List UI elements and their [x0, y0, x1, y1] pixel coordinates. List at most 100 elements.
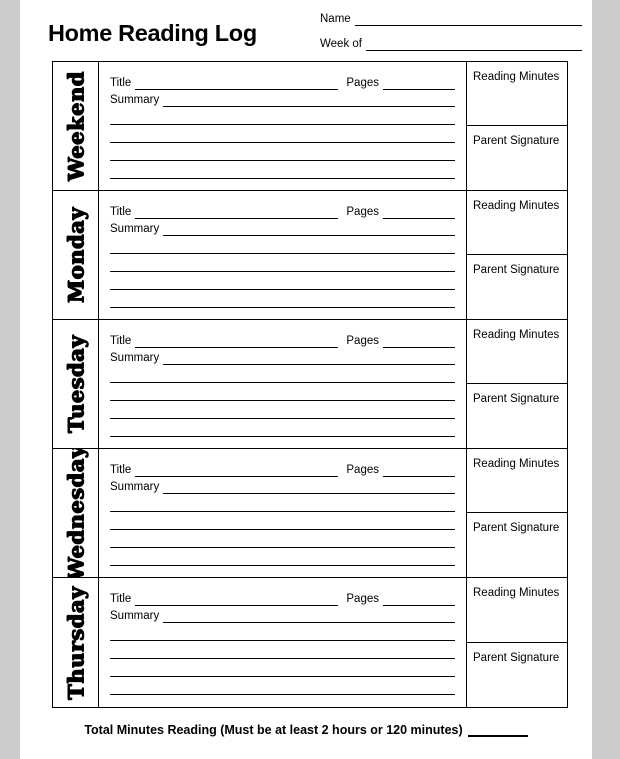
day-label-cell-thursday: Thursday: [53, 578, 99, 707]
summary-blank-line[interactable]: [110, 623, 455, 641]
pages-input[interactable]: [383, 464, 455, 477]
pages-input[interactable]: [383, 77, 455, 90]
summary-blank-line[interactable]: [110, 290, 455, 308]
title-input[interactable]: [135, 77, 339, 90]
parent-signature-cell[interactable]: Parent Signature: [467, 126, 567, 190]
summary-blank-line[interactable]: [110, 236, 455, 254]
week-of-field-label: Week of: [320, 38, 362, 50]
footer: Total Minutes Reading (Must be at least …: [20, 723, 592, 737]
summary-input[interactable]: [163, 610, 455, 623]
day-label: Monday: [63, 206, 88, 304]
summary-label: Summary: [110, 94, 160, 106]
summary-label: Summary: [110, 352, 160, 364]
pages-label: Pages: [346, 335, 379, 347]
title-input[interactable]: [135, 335, 339, 348]
parent-signature-label: Parent Signature: [473, 651, 560, 664]
name-field-row: Name: [320, 10, 582, 26]
title-label: Title: [110, 593, 132, 605]
name-field-label: Name: [320, 13, 351, 25]
summary-blank-line[interactable]: [110, 401, 455, 419]
parent-signature-cell[interactable]: Parent Signature: [467, 255, 567, 319]
parent-signature-label: Parent Signature: [473, 393, 560, 405]
summary-blank-line[interactable]: [110, 383, 455, 401]
title-input[interactable]: [135, 464, 339, 477]
meta-cell: Reading Minutes Parent Signature: [467, 578, 567, 707]
pages-label: Pages: [346, 77, 379, 89]
summary-blank-line[interactable]: [110, 512, 455, 530]
page-header: Home Reading Log Name Week of: [20, 0, 592, 56]
summary-input[interactable]: [163, 481, 455, 494]
summary-input[interactable]: [163, 223, 455, 236]
summary-blank-line[interactable]: [110, 161, 455, 179]
reading-minutes-cell[interactable]: Reading Minutes: [467, 578, 567, 643]
title-pages-line: Title Pages: [110, 331, 455, 348]
reading-minutes-label: Reading Minutes: [473, 587, 560, 599]
parent-signature-label: Parent Signature: [473, 522, 560, 534]
log-row: Weekend Title Pages Summary Reading Minutes P…: [53, 62, 567, 191]
reading-minutes-cell[interactable]: Reading Minutes: [467, 449, 567, 513]
meta-cell: Reading Minutes Parent Signature: [467, 191, 567, 319]
reading-minutes-label: Reading Minutes: [473, 200, 560, 212]
title-input[interactable]: [135, 206, 339, 219]
summary-blank-line[interactable]: [110, 548, 455, 566]
summary-blank-line[interactable]: [110, 272, 455, 290]
pages-label: Pages: [346, 206, 379, 218]
week-of-field-input[interactable]: [365, 39, 582, 51]
meta-cell: Reading Minutes Parent Signature: [467, 449, 567, 577]
summary-input[interactable]: [163, 94, 455, 107]
title-label: Title: [110, 464, 132, 476]
summary-blank-line[interactable]: [110, 419, 455, 437]
entry-cell: Title Pages Summary: [99, 578, 467, 707]
reading-minutes-cell[interactable]: Reading Minutes: [467, 320, 567, 384]
summary-blank-line[interactable]: [110, 494, 455, 512]
summary-blank-line[interactable]: [110, 659, 455, 677]
summary-blank-line[interactable]: [110, 677, 455, 695]
entry-cell: Title Pages Summary: [99, 62, 467, 190]
reading-minutes-cell[interactable]: Reading Minutes: [467, 191, 567, 255]
week-of-field-row: Week of: [320, 35, 582, 51]
parent-signature-cell[interactable]: Parent Signature: [467, 384, 567, 448]
name-field-input[interactable]: [354, 14, 582, 26]
pages-input[interactable]: [383, 593, 455, 606]
day-label-cell-tuesday: Tuesday: [53, 320, 99, 448]
pages-label: Pages: [346, 464, 379, 476]
meta-cell: Reading Minutes Parent Signature: [467, 62, 567, 190]
summary-blank-line[interactable]: [110, 365, 455, 383]
summary-line: Summary: [110, 219, 455, 236]
parent-signature-cell[interactable]: Parent Signature: [467, 643, 567, 708]
summary-blank-line[interactable]: [110, 125, 455, 143]
header-fields: Name Week of: [320, 10, 582, 60]
summary-label: Summary: [110, 481, 160, 493]
reading-minutes-label: Reading Minutes: [473, 71, 560, 83]
log-row: Thursday Title Pages Summary Reading Minutes…: [53, 578, 567, 707]
pages-input[interactable]: [383, 206, 455, 219]
day-label: Weekend: [63, 71, 88, 181]
total-minutes-input[interactable]: [467, 723, 528, 737]
summary-line: Summary: [110, 348, 455, 365]
summary-blank-line[interactable]: [110, 641, 455, 659]
title-input[interactable]: [135, 593, 339, 606]
pages-label: Pages: [346, 593, 379, 605]
worksheet-page: Home Reading Log Name Week of Weekend Tit…: [20, 0, 592, 759]
summary-blank-line[interactable]: [110, 107, 455, 125]
summary-line: Summary: [110, 606, 455, 623]
day-label: Tuesday: [63, 334, 88, 434]
reading-minutes-cell[interactable]: Reading Minutes: [467, 62, 567, 126]
entry-cell: Title Pages Summary: [99, 449, 467, 577]
title-pages-line: Title Pages: [110, 589, 455, 606]
parent-signature-cell[interactable]: Parent Signature: [467, 513, 567, 577]
reading-minutes-label: Reading Minutes: [473, 329, 560, 341]
log-row: Wednesday Title Pages Summary Reading Minute…: [53, 449, 567, 578]
title-label: Title: [110, 206, 132, 218]
summary-blank-line[interactable]: [110, 530, 455, 548]
total-minutes-label: Total Minutes Reading (Must be at least …: [84, 723, 463, 737]
pages-input[interactable]: [383, 335, 455, 348]
log-row: Monday Title Pages Summary Reading Minutes Pa…: [53, 191, 567, 320]
parent-signature-label: Parent Signature: [473, 264, 560, 276]
summary-label: Summary: [110, 610, 160, 622]
summary-line: Summary: [110, 477, 455, 494]
summary-blank-line[interactable]: [110, 143, 455, 161]
day-label-cell-weekend: Weekend: [53, 62, 99, 190]
summary-blank-line[interactable]: [110, 254, 455, 272]
summary-input[interactable]: [163, 352, 455, 365]
